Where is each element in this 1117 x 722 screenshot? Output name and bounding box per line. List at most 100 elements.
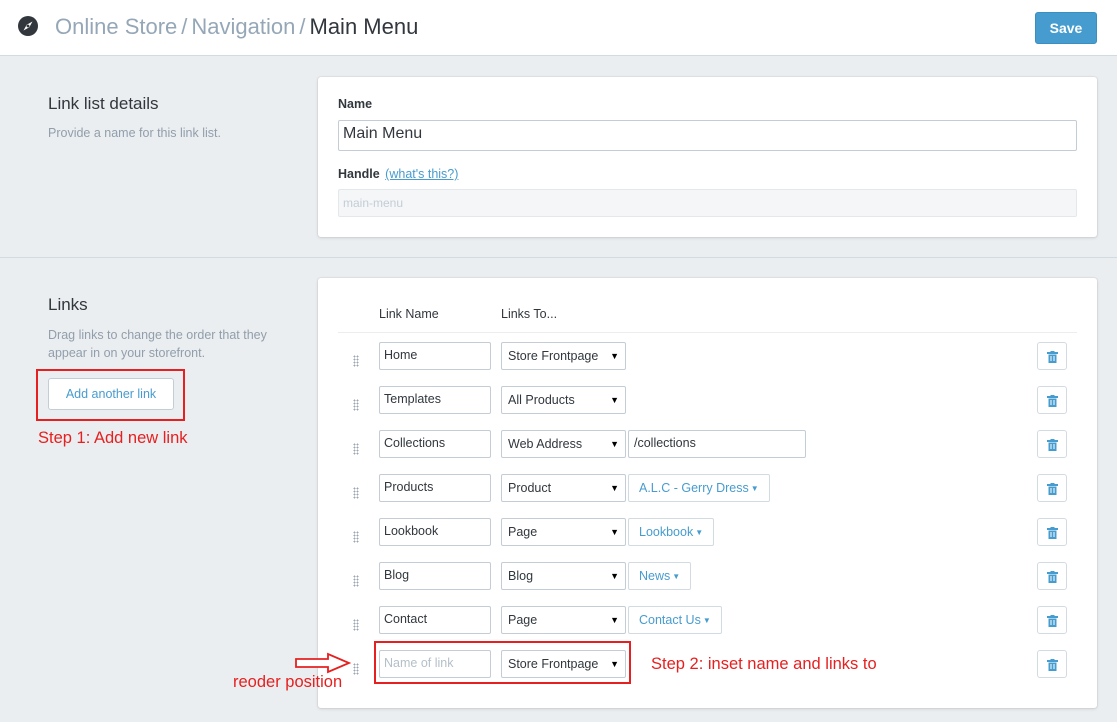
- links-to-select[interactable]: Product ▼: [501, 474, 626, 502]
- step1-annotation: Step 1: Add new link: [38, 429, 188, 447]
- link-name-input[interactable]: Collections: [379, 430, 491, 458]
- delete-link-button[interactable]: [1037, 650, 1067, 678]
- link-row: Blog Blog ▼ News ▼: [318, 562, 1097, 606]
- trash-icon: [1047, 615, 1058, 627]
- link-row: Templates All Products ▼: [318, 386, 1097, 430]
- trash-icon: [1047, 571, 1058, 583]
- target-dropdown[interactable]: Contact Us ▼: [628, 606, 722, 634]
- handle-input[interactable]: main-menu: [338, 189, 1077, 217]
- links-to-select[interactable]: All Products ▼: [501, 386, 626, 414]
- links-to-select[interactable]: Page ▼: [501, 606, 626, 634]
- link-name-input[interactable]: Contact: [379, 606, 491, 634]
- arrow-right-icon: [295, 652, 352, 674]
- breadcrumb-navigation[interactable]: Navigation: [191, 14, 295, 39]
- drag-handle-icon[interactable]: [353, 575, 361, 587]
- dropdown-arrow-icon: ▼: [672, 572, 681, 581]
- details-section-description: Provide a name for this link list.: [48, 126, 221, 140]
- links-to-select[interactable]: Web Address ▼: [501, 430, 626, 458]
- links-to-value: Page: [508, 525, 538, 539]
- whats-this-link[interactable]: (what's this?): [385, 167, 458, 181]
- step1-highlight-box: [36, 369, 185, 421]
- step2-annotation: Step 2: inset name and links to: [651, 655, 877, 673]
- breadcrumb-separator: /: [181, 14, 188, 39]
- links-to-value: Product: [508, 481, 552, 495]
- links-to-select[interactable]: Blog ▼: [501, 562, 626, 590]
- step2-highlight-box: [374, 641, 631, 684]
- name-input[interactable]: Main Menu: [338, 120, 1077, 151]
- links-to-select[interactable]: Page ▼: [501, 518, 626, 546]
- target-dropdown[interactable]: News ▼: [628, 562, 692, 590]
- reorder-annotation: reoder position: [233, 673, 343, 691]
- handle-label: Handle (what's this?): [338, 167, 458, 181]
- link-name-input[interactable]: Blog: [379, 562, 491, 590]
- drag-handle-icon[interactable]: [353, 355, 361, 367]
- web-address-input[interactable]: /collections: [628, 430, 806, 458]
- links-section-title: Links: [48, 295, 88, 314]
- dropdown-arrow-icon: ▼: [702, 616, 711, 625]
- select-caret-icon: ▼: [610, 483, 619, 493]
- breadcrumb: Online Store / Navigation / Main Menu: [55, 14, 418, 40]
- links-to-value: Web Address: [508, 437, 583, 451]
- delete-link-button[interactable]: [1037, 518, 1067, 546]
- target-dropdown[interactable]: A.L.C - Gerry Dress ▼: [628, 474, 770, 502]
- delete-link-button[interactable]: [1037, 342, 1067, 370]
- drag-handle-icon[interactable]: [353, 619, 361, 631]
- target-dropdown[interactable]: Lookbook ▼: [628, 518, 715, 546]
- link-row: Products Product ▼ A.L.C - Gerry Dress ▼: [318, 474, 1097, 518]
- links-section-description: Drag links to change the order that they…: [48, 328, 267, 360]
- link-row: Lookbook Page ▼ Lookbook ▼: [318, 518, 1097, 562]
- page-title: Main Menu: [309, 14, 419, 39]
- save-button[interactable]: Save: [1035, 12, 1097, 44]
- select-caret-icon: ▼: [610, 395, 619, 405]
- trash-icon: [1047, 395, 1058, 407]
- links-to-value: Store Frontpage: [508, 349, 599, 363]
- select-caret-icon: ▼: [610, 615, 619, 625]
- column-header-links-to: Links To...: [501, 307, 558, 321]
- target-dropdown-value: A.L.C - Gerry Dress: [639, 481, 749, 495]
- delete-link-button[interactable]: [1037, 386, 1067, 414]
- top-bar: Online Store / Navigation / Main Menu Save: [0, 0, 1117, 56]
- select-caret-icon: ▼: [610, 527, 619, 537]
- dropdown-arrow-icon: ▼: [750, 484, 759, 493]
- link-name-input[interactable]: Templates: [379, 386, 491, 414]
- delete-link-button[interactable]: [1037, 606, 1067, 634]
- handle-label-text: Handle: [338, 167, 380, 181]
- dropdown-arrow-icon: ▼: [695, 528, 704, 537]
- drag-handle-icon[interactable]: [353, 399, 361, 411]
- trash-icon: [1047, 659, 1058, 671]
- breadcrumb-online-store[interactable]: Online Store: [55, 14, 177, 39]
- delete-link-button[interactable]: [1037, 562, 1067, 590]
- target-dropdown-value: News: [639, 569, 671, 583]
- column-header-link-name: Link Name: [379, 307, 439, 321]
- trash-icon: [1047, 439, 1058, 451]
- select-caret-icon: ▼: [610, 351, 619, 361]
- trash-icon: [1047, 527, 1058, 539]
- links-to-value: Blog: [508, 569, 534, 583]
- link-name-input[interactable]: Lookbook: [379, 518, 491, 546]
- section-divider: [0, 257, 1117, 258]
- breadcrumb-separator: /: [299, 14, 306, 39]
- select-caret-icon: ▼: [610, 439, 619, 449]
- trash-icon: [1047, 351, 1058, 363]
- delete-link-button[interactable]: [1037, 474, 1067, 502]
- target-dropdown-value: Lookbook: [639, 525, 694, 539]
- drag-handle-icon[interactable]: [353, 487, 361, 499]
- trash-icon: [1047, 483, 1058, 495]
- drag-handle-icon[interactable]: [353, 443, 361, 455]
- links-to-value: All Products: [508, 393, 575, 407]
- name-label: Name: [338, 97, 373, 111]
- drag-handle-icon[interactable]: [353, 531, 361, 543]
- link-row: Collections Web Address ▼ /collections: [318, 430, 1097, 474]
- drag-handle-icon[interactable]: [353, 663, 361, 675]
- delete-link-button[interactable]: [1037, 430, 1067, 458]
- details-card: Name Main Menu Handle (what's this?) mai…: [318, 77, 1097, 237]
- links-to-select[interactable]: Store Frontpage ▼: [501, 342, 626, 370]
- link-name-input[interactable]: Home: [379, 342, 491, 370]
- target-dropdown-value: Contact Us: [639, 613, 701, 627]
- header-divider: [338, 332, 1077, 333]
- select-caret-icon: ▼: [610, 571, 619, 581]
- link-name-input[interactable]: Products: [379, 474, 491, 502]
- links-to-value: Page: [508, 613, 538, 627]
- link-row: Home Store Frontpage ▼: [318, 342, 1097, 386]
- details-section-title: Link list details: [48, 94, 159, 113]
